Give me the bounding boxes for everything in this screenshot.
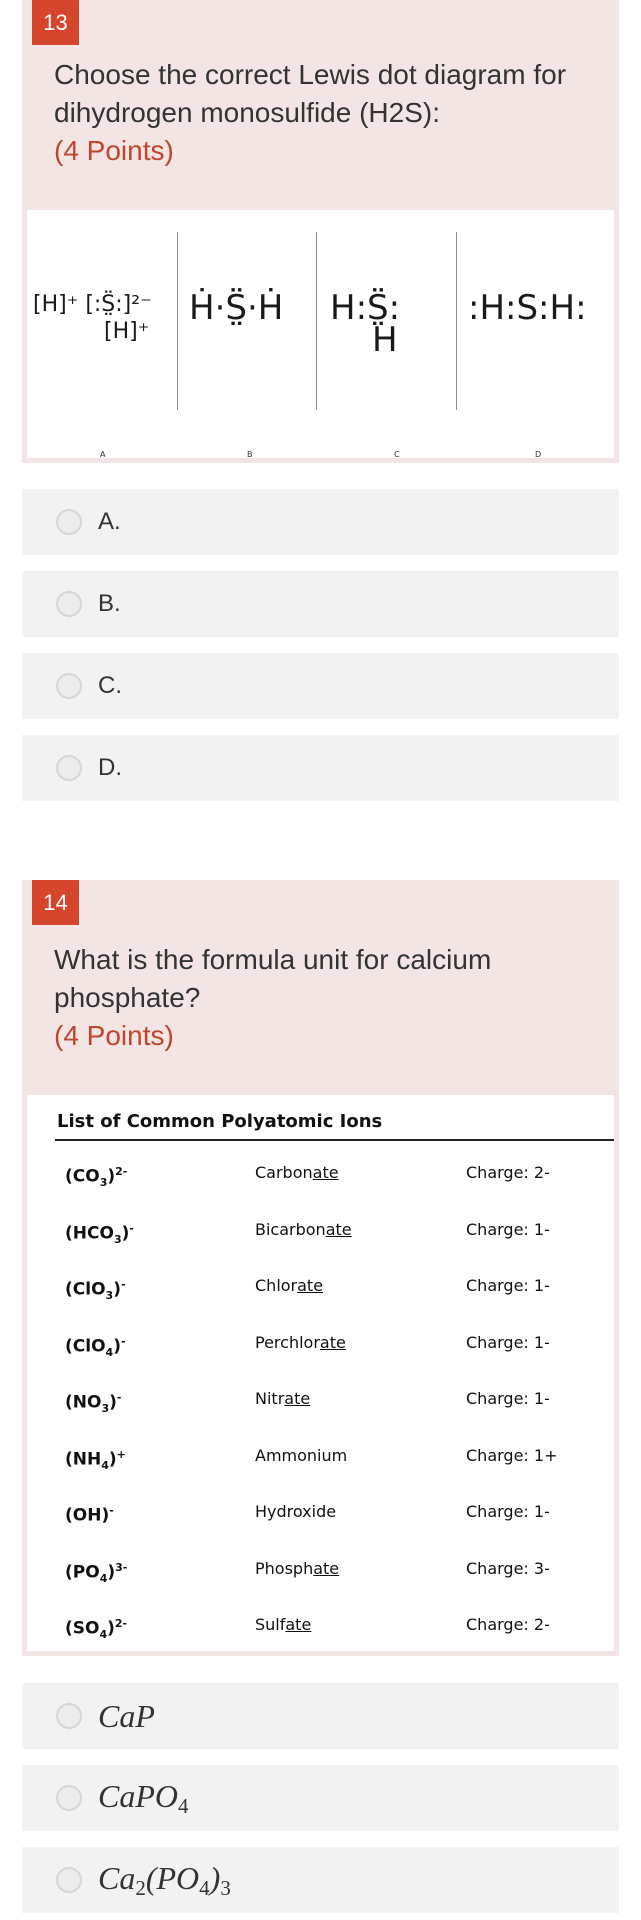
ion-charge: Charge: 2-: [466, 1615, 550, 1634]
option-c[interactable]: C.: [22, 653, 619, 719]
divider: [316, 232, 317, 410]
option-label: D.: [98, 754, 122, 781]
option-ca3po42[interactable]: Ca2(PO4)3: [22, 1847, 619, 1913]
ion-name: Ammonium: [255, 1446, 348, 1465]
radio-button[interactable]: [56, 673, 82, 699]
lewis-diagram-image: [H]⁺ [:S̤̈:]²⁻ [H]⁺ Ḣ·S̤̈·Ḣ H:S̤̈: H :H:…: [22, 205, 619, 463]
diagram-b: Ḣ·S̤̈·Ḣ: [189, 288, 284, 328]
caption-b: B: [247, 450, 253, 459]
ion-charge: Charge: 2-: [466, 1163, 550, 1182]
ion-formula: (NH4)+: [65, 1448, 126, 1473]
option-label: B.: [98, 590, 121, 617]
ion-formula: (SO4)2-: [65, 1617, 128, 1642]
ion-name: Nitrate: [255, 1389, 311, 1408]
option-a[interactable]: A.: [22, 489, 619, 555]
ion-formula: (CO3)2-: [65, 1165, 128, 1190]
ion-charge: Charge: 3-: [466, 1559, 550, 1578]
option-label: C.: [98, 672, 122, 699]
divider: [456, 232, 457, 410]
ion-formula: (OH)-: [65, 1504, 114, 1526]
caption-a: A: [100, 450, 106, 459]
option-b[interactable]: B.: [22, 571, 619, 637]
diagram-a-line1: [H]⁺ [:S̤̈:]²⁻: [33, 292, 152, 317]
ion-charge: Charge: 1-: [466, 1502, 550, 1521]
radio-button[interactable]: [56, 755, 82, 781]
ion-name: Hydroxide: [255, 1502, 337, 1521]
question-text: Choose the correct Lewis dot diagram for…: [54, 59, 567, 128]
radio-button[interactable]: [56, 1785, 82, 1811]
caption-d: D: [535, 450, 542, 459]
ion-name: Bicarbonate: [255, 1220, 352, 1239]
ion-name: Chlorate: [255, 1276, 324, 1295]
ion-formula: (ClO4)-: [65, 1335, 126, 1360]
diagram-a: [H]⁺ [:S̤̈:]²⁻ [H]⁺: [33, 292, 152, 344]
ion-name: Carbonate: [255, 1163, 339, 1182]
question-points: (4 Points): [54, 1020, 174, 1051]
table-title: List of Common Polyatomic Ions: [57, 1111, 383, 1132]
ion-name: Perchlorate: [255, 1333, 346, 1352]
ion-name: Sulfate: [255, 1615, 312, 1634]
option-label: A.: [98, 508, 121, 535]
ion-charge: Charge: 1+: [466, 1446, 558, 1465]
radio-button[interactable]: [56, 509, 82, 535]
diagram-c: H:S̤̈: H: [330, 288, 400, 360]
ion-charge: Charge: 1-: [466, 1276, 550, 1295]
polyatomic-ions-table-image: List of Common Polyatomic Ions (CO3)2- Ca…: [22, 1090, 619, 1656]
ion-charge: Charge: 1-: [466, 1389, 550, 1408]
option-cap[interactable]: CaP: [22, 1683, 619, 1749]
question-text: What is the formula unit for calcium pho…: [54, 944, 492, 1013]
ion-charge: Charge: 1-: [466, 1333, 550, 1352]
radio-button[interactable]: [56, 591, 82, 617]
question-number-badge: 13: [32, 0, 79, 45]
question-points: (4 Points): [54, 135, 174, 166]
option-formula: Ca2(PO4)3: [98, 1859, 231, 1900]
radio-button[interactable]: [56, 1703, 82, 1729]
diagram-c-line2: H: [372, 320, 398, 360]
ion-formula: (NO3)-: [65, 1391, 122, 1416]
divider: [177, 232, 178, 410]
ion-charge: Charge: 1-: [466, 1220, 550, 1239]
question-13-text: Choose the correct Lewis dot diagram for…: [54, 56, 594, 170]
question-14-text: What is the formula unit for calcium pho…: [54, 941, 594, 1055]
table-rule: [55, 1139, 614, 1141]
option-capo4[interactable]: CaPO4: [22, 1765, 619, 1831]
ion-formula: (PO4)3-: [65, 1561, 128, 1586]
option-formula: CaP: [98, 1697, 155, 1734]
option-formula: CaPO4: [98, 1777, 189, 1818]
radio-button[interactable]: [56, 1867, 82, 1893]
diagram-a-line2: [H]⁺: [104, 319, 150, 344]
diagram-d: :H:S:H:: [468, 288, 587, 328]
option-d[interactable]: D.: [22, 735, 619, 801]
question-number-badge: 14: [32, 880, 79, 925]
caption-c: C: [394, 450, 400, 459]
ion-formula: (ClO3)-: [65, 1278, 126, 1303]
ion-name: Phosphate: [255, 1559, 340, 1578]
ion-formula: (HCO3)-: [65, 1222, 134, 1247]
